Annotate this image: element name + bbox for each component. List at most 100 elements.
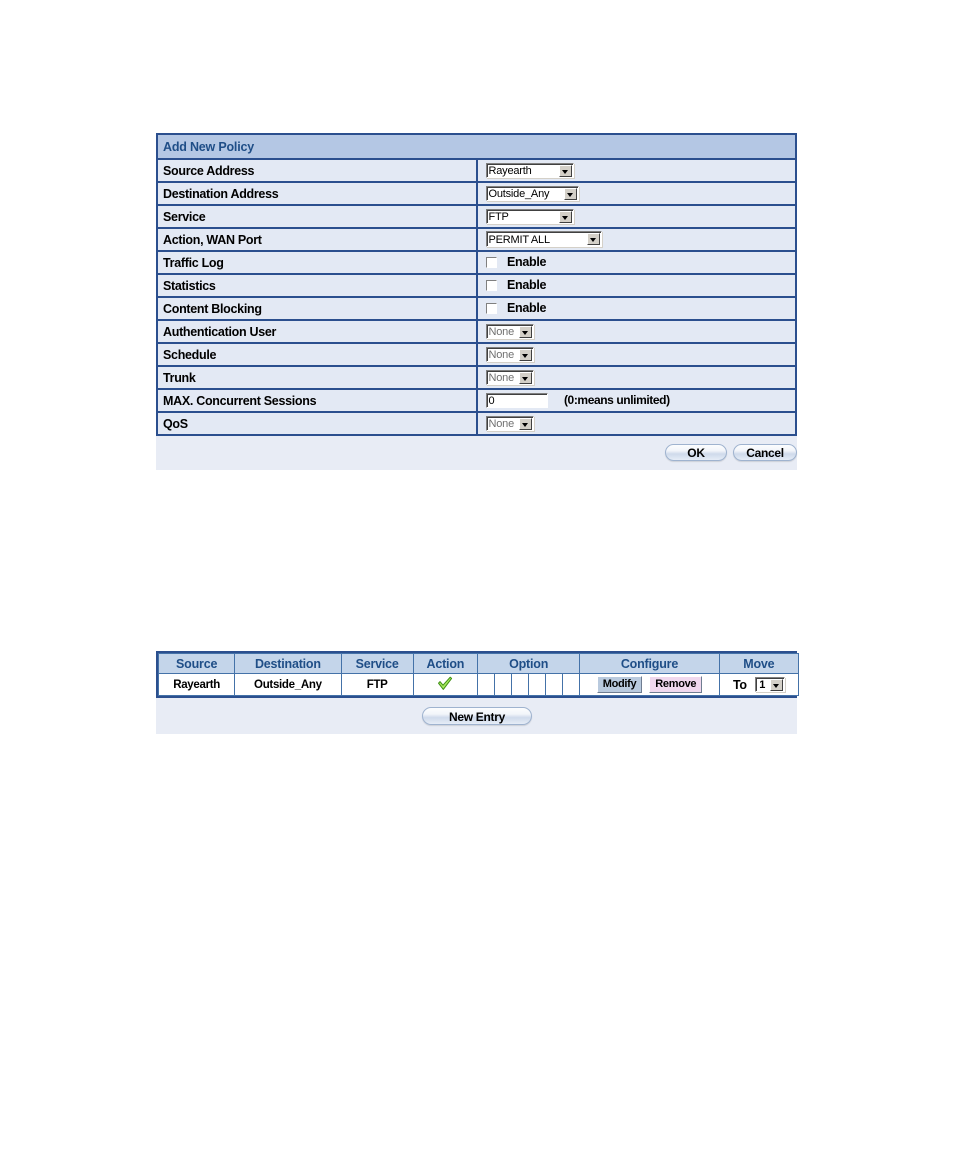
cell-option-4	[528, 673, 547, 696]
action-wan-port-select[interactable]: PERMIT ALL	[485, 231, 602, 248]
chevron-down-icon[interactable]	[563, 187, 577, 200]
form-row-trunk: Trunk None	[156, 365, 797, 390]
cell-source: Rayearth	[157, 673, 236, 696]
policy-form-title-row: Add New Policy	[156, 133, 797, 160]
form-row-service: Service FTP	[156, 204, 797, 229]
modify-button[interactable]: Modify	[596, 676, 643, 693]
source-address-select[interactable]: Rayearth	[485, 162, 574, 178]
value-source-address: Rayearth	[475, 158, 797, 183]
traffic-log-checkbox-label: Enable	[506, 255, 547, 270]
label-action-wan-port: Action, WAN Port	[156, 227, 478, 252]
value-content-blocking: Enable	[475, 296, 797, 321]
chevron-down-icon[interactable]	[586, 233, 600, 246]
green-check-icon	[437, 676, 453, 691]
form-row-action-wan-port: Action, WAN Port PERMIT ALL	[156, 227, 797, 252]
label-source-address: Source Address	[156, 158, 478, 183]
content-blocking-checkbox-wrap[interactable]: Enable	[485, 299, 547, 317]
form-row-destination-address: Destination Address Outside_Any	[156, 181, 797, 206]
chevron-down-icon[interactable]	[518, 348, 532, 361]
authentication-user-select[interactable]: None	[485, 323, 534, 339]
policy-list-panel: Source Destination Service Action Option…	[156, 651, 800, 734]
value-service: FTP	[475, 204, 797, 229]
cell-option-6	[562, 673, 581, 696]
ok-button[interactable]: OK	[665, 444, 727, 461]
cell-option-3	[511, 673, 530, 696]
authentication-user-select-value: None	[488, 325, 515, 338]
value-action-wan-port: PERMIT ALL	[475, 227, 797, 252]
cancel-button[interactable]: Cancel	[733, 444, 797, 461]
policy-list-head: Source Destination Service Action Option…	[157, 653, 800, 674]
destination-address-select[interactable]: Outside_Any	[485, 185, 579, 201]
column-header-service: Service	[340, 653, 414, 674]
policy-list-body: Rayearth Outside_Any FTP Modify Remove T…	[157, 673, 800, 696]
form-row-source-address: Source Address Rayearth	[156, 158, 797, 183]
policy-list-header-row: Source Destination Service Action Option…	[157, 653, 800, 674]
chevron-down-icon[interactable]	[518, 371, 532, 384]
cell-service: FTP	[340, 673, 414, 696]
label-max-concurrent-sessions: MAX. Concurrent Sessions	[156, 388, 478, 413]
statistics-checkbox-wrap[interactable]: Enable	[485, 276, 547, 294]
move-to-label: To	[733, 677, 747, 692]
statistics-checkbox[interactable]	[485, 279, 497, 291]
policy-list-footer: New Entry	[156, 698, 797, 734]
label-statistics: Statistics	[156, 273, 478, 298]
column-header-configure: Configure	[579, 653, 720, 674]
traffic-log-checkbox[interactable]	[485, 256, 497, 268]
chevron-down-icon[interactable]	[518, 417, 532, 430]
cell-action	[412, 673, 478, 696]
column-header-source: Source	[157, 653, 236, 674]
policy-form-body: Add New Policy Source Address Rayearth D…	[156, 133, 797, 436]
cell-option-2	[493, 673, 513, 696]
remove-button[interactable]: Remove	[649, 676, 703, 693]
new-entry-button[interactable]: New Entry	[422, 707, 532, 725]
chevron-down-icon[interactable]	[518, 325, 532, 338]
column-header-move: Move	[718, 653, 800, 674]
label-service: Service	[156, 204, 478, 229]
service-select-value: FTP	[488, 210, 509, 223]
value-schedule: None	[475, 342, 797, 367]
chevron-down-icon[interactable]	[558, 164, 572, 177]
trunk-select-value: None	[488, 371, 515, 384]
content-blocking-checkbox-label: Enable	[506, 301, 547, 316]
traffic-log-checkbox-wrap[interactable]: Enable	[485, 253, 547, 271]
value-authentication-user: None	[475, 319, 797, 344]
column-header-action: Action	[412, 653, 478, 674]
qos-select[interactable]: None	[485, 415, 534, 431]
form-row-statistics: Statistics Enable	[156, 273, 797, 298]
cell-option-5	[545, 673, 564, 696]
value-qos: None	[475, 411, 797, 436]
chevron-down-icon[interactable]	[769, 679, 783, 691]
column-header-destination: Destination	[234, 653, 342, 674]
form-row-max-concurrent-sessions: MAX. Concurrent Sessions 0 (0:means unli…	[156, 388, 797, 413]
action-wan-port-select-value: PERMIT ALL	[488, 234, 551, 247]
move-position-select[interactable]: 1	[754, 677, 785, 692]
form-row-qos: QoS None	[156, 411, 797, 436]
form-row-authentication-user: Authentication User None	[156, 319, 797, 344]
max-concurrent-sessions-input[interactable]: 0	[485, 392, 548, 408]
policy-form-footer: OK Cancel	[156, 436, 797, 470]
trunk-select[interactable]: None	[485, 369, 534, 385]
label-qos: QoS	[156, 411, 478, 436]
policy-form-table: Add New Policy Source Address Rayearth D…	[156, 133, 797, 436]
content-blocking-checkbox[interactable]	[485, 302, 497, 314]
label-trunk: Trunk	[156, 365, 478, 390]
statistics-checkbox-label: Enable	[506, 278, 547, 293]
service-select[interactable]: FTP	[485, 208, 574, 224]
cell-configure: Modify Remove	[579, 673, 720, 696]
cell-option-1	[476, 673, 495, 696]
policy-list-table: Source Destination Service Action Option…	[157, 653, 800, 696]
label-destination-address: Destination Address	[156, 181, 478, 206]
schedule-select[interactable]: None	[485, 346, 534, 362]
form-row-content-blocking: Content Blocking Enable	[156, 296, 797, 321]
add-new-policy-panel: Add New Policy Source Address Rayearth D…	[156, 133, 797, 470]
destination-address-select-value: Outside_Any	[488, 187, 550, 200]
cell-move: To 1	[718, 673, 800, 696]
cell-destination: Outside_Any	[234, 673, 342, 696]
chevron-down-icon[interactable]	[558, 210, 572, 223]
value-max-concurrent-sessions: 0 (0:means unlimited)	[475, 388, 797, 413]
panel-title: Add New Policy	[156, 133, 797, 160]
table-row: Rayearth Outside_Any FTP Modify Remove T…	[157, 673, 800, 696]
column-header-option: Option	[476, 653, 581, 674]
value-trunk: None	[475, 365, 797, 390]
schedule-select-value: None	[488, 348, 515, 361]
